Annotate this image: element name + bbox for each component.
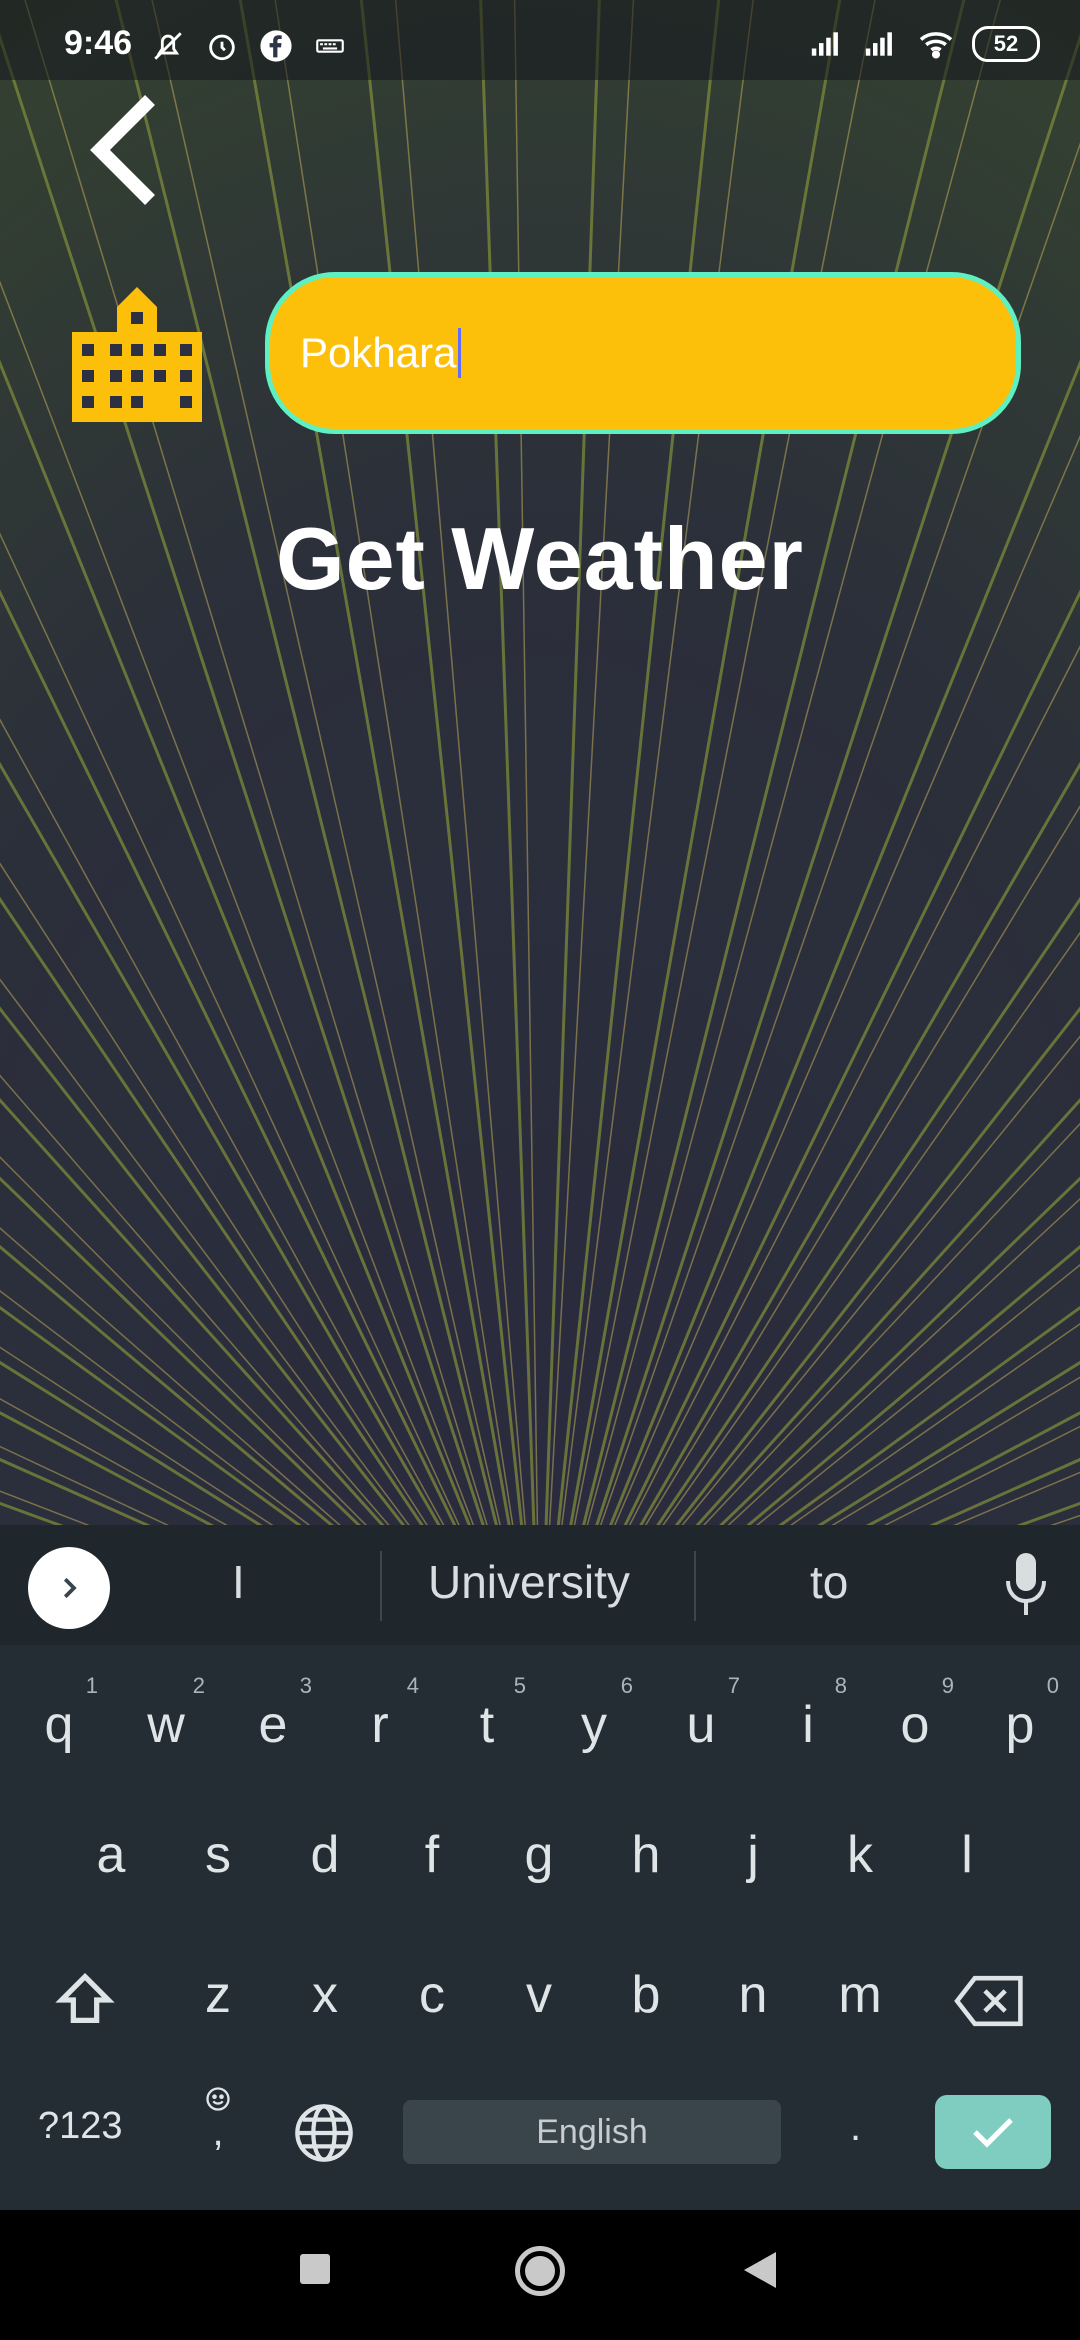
key-hint: 5 [513, 1673, 526, 1698]
comma-label: , [212, 2110, 224, 2154]
key-z[interactable]: z [173, 1965, 263, 2025]
key-label: u [686, 1696, 716, 1754]
facebook-icon [258, 28, 294, 64]
space-bar[interactable]: English [403, 2100, 781, 2164]
done-key[interactable] [935, 2095, 1051, 2169]
city-icon [72, 282, 202, 422]
signal-icon [864, 26, 900, 62]
keyboard-icon [312, 28, 348, 64]
symbols-key[interactable]: ?123 [38, 2105, 123, 2148]
key-hint: 7 [727, 1673, 740, 1698]
key-hint: 1 [85, 1673, 98, 1698]
home-icon [525, 2256, 555, 2286]
background-image [0, 0, 1080, 1525]
key-hint: 2 [192, 1673, 205, 1698]
key-label: i [802, 1696, 814, 1754]
soft-keyboard: I University to q1 w2 e3 r4 t5 y6 u7 i8 … [0, 1525, 1080, 2210]
expand-toolbar-button[interactable] [28, 1547, 110, 1629]
key-label: r [371, 1696, 389, 1754]
key-u[interactable]: u7 [656, 1673, 746, 1755]
wifi-icon [918, 26, 954, 62]
city-search-input[interactable]: Pokhara [265, 272, 1021, 434]
home-button[interactable] [515, 2246, 565, 2296]
key-label: e [258, 1696, 288, 1754]
suggestion-bar: I University to [0, 1525, 1080, 1645]
key-label: o [900, 1696, 930, 1754]
backspace-key[interactable] [952, 1973, 1028, 2034]
key-k[interactable]: k [815, 1825, 905, 1885]
suggestion-divider [380, 1551, 382, 1621]
microphone-icon[interactable] [1004, 1551, 1048, 1619]
key-hint: 9 [941, 1673, 954, 1698]
key-v[interactable]: v [494, 1965, 584, 2025]
key-c[interactable]: c [387, 1965, 477, 2025]
key-hint: 4 [406, 1673, 419, 1698]
city-input-value: Pokhara [300, 329, 457, 376]
key-hint: 0 [1046, 1673, 1059, 1698]
period-key[interactable]: . [850, 2105, 861, 2150]
battery-level: 52 [993, 31, 1019, 56]
key-label: y [581, 1696, 607, 1754]
recents-button[interactable] [300, 2254, 330, 2284]
status-time: 9:46 [64, 24, 133, 62]
key-o[interactable]: o9 [870, 1673, 960, 1755]
key-label: q [44, 1696, 74, 1754]
key-hint: 8 [834, 1673, 847, 1698]
key-l[interactable]: l [922, 1825, 1012, 1885]
key-t[interactable]: t5 [442, 1673, 532, 1755]
back-button[interactable] [84, 92, 164, 212]
key-hint: 6 [620, 1673, 633, 1698]
globe-icon[interactable] [292, 2101, 356, 2170]
key-s[interactable]: s [173, 1825, 263, 1885]
key-x[interactable]: x [280, 1965, 370, 2025]
shift-key[interactable] [50, 1965, 120, 2040]
key-h[interactable]: h [601, 1825, 691, 1885]
key-m[interactable]: m [815, 1965, 905, 2025]
key-e[interactable]: e3 [228, 1673, 318, 1755]
status-bar: 9:46 52 [0, 0, 1080, 80]
alarm-icon [204, 28, 240, 64]
key-d[interactable]: d [280, 1825, 370, 1885]
key-hint: 3 [299, 1673, 312, 1698]
key-label: p [1005, 1696, 1035, 1754]
key-b[interactable]: b [601, 1965, 691, 2025]
key-y[interactable]: y6 [549, 1673, 639, 1755]
battery-icon: 52 [972, 26, 1040, 62]
key-g[interactable]: g [494, 1825, 584, 1885]
key-n[interactable]: n [708, 1965, 798, 2025]
suggestion-2[interactable]: University [428, 1555, 630, 1609]
key-j[interactable]: j [708, 1825, 798, 1885]
key-i[interactable]: i8 [763, 1673, 853, 1755]
system-navigation-bar [0, 2210, 1080, 2340]
key-w[interactable]: w2 [121, 1673, 211, 1755]
key-f[interactable]: f [387, 1825, 477, 1885]
key-a[interactable]: a [66, 1825, 156, 1885]
key-r[interactable]: r4 [335, 1673, 425, 1755]
key-q[interactable]: q1 [14, 1673, 104, 1755]
nav-back-button[interactable] [742, 2250, 778, 2295]
emoji-comma-key[interactable]: , [198, 2085, 238, 2155]
get-weather-button[interactable]: Get Weather [0, 508, 1080, 610]
key-p[interactable]: p0 [975, 1673, 1065, 1755]
signal-icon [810, 26, 846, 62]
mute-icon [150, 28, 186, 64]
key-label: t [479, 1696, 495, 1754]
text-caret [458, 328, 462, 378]
key-label: w [147, 1696, 185, 1754]
suggestion-3[interactable]: to [810, 1555, 848, 1609]
suggestion-divider [694, 1551, 696, 1621]
suggestion-1[interactable]: I [232, 1555, 245, 1609]
